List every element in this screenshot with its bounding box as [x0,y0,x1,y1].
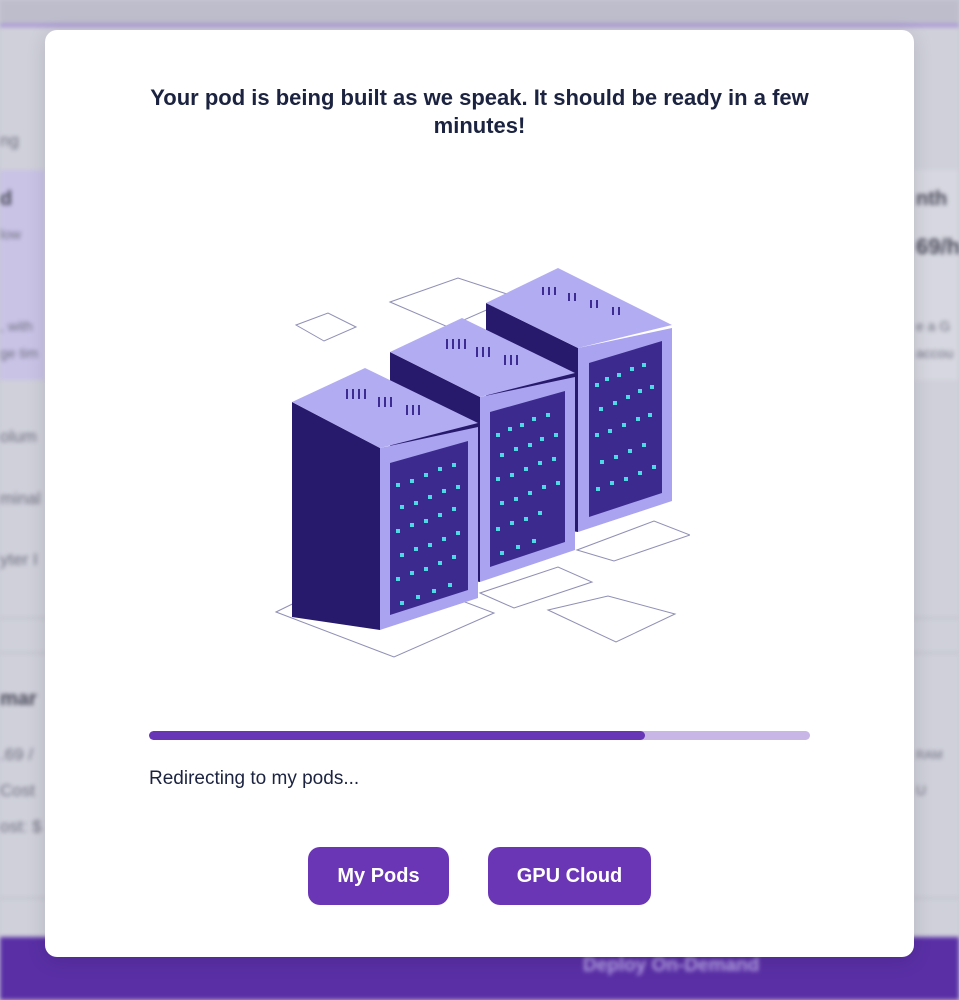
background-text: .69 / [0,745,34,764]
my-pods-button[interactable]: My Pods [308,847,449,905]
modal-title: Your pod is being built as we speak. It … [150,85,809,138]
background-text: yter I [0,550,38,569]
floor-tile [294,312,358,342]
floor-tile [546,595,677,643]
background-text: 69/h [916,234,959,259]
server-racks-illustration [274,268,690,658]
background-text: RAM [916,748,943,762]
gpu-cloud-button[interactable]: GPU Cloud [488,847,651,905]
background-text: mar [0,688,37,710]
background-text: minal [0,489,41,508]
background-text: accou [916,345,954,361]
background-text: e a G [916,318,951,334]
background-text: Cost [0,781,35,800]
deploy-on-demand-button: Deploy On-Demand [583,955,760,976]
background-text: ng [0,131,19,150]
background-text: U [916,782,927,798]
background-topbar [0,0,959,27]
background-text: ge tim [0,345,39,361]
background-text: , with [0,318,33,334]
redirect-status-text: Redirecting to my pods... [149,768,360,789]
background-text: d [0,188,13,210]
background-text: olum [0,427,37,446]
floor-tile [575,520,690,562]
pod-building-modal: Your pod is being built as we speak. It … [45,30,914,957]
background-text: ost: $ [0,817,42,836]
progress-bar-fill [149,731,645,740]
background-text: nth [916,188,948,210]
background-text: low [0,226,22,242]
progress-bar [149,731,810,740]
